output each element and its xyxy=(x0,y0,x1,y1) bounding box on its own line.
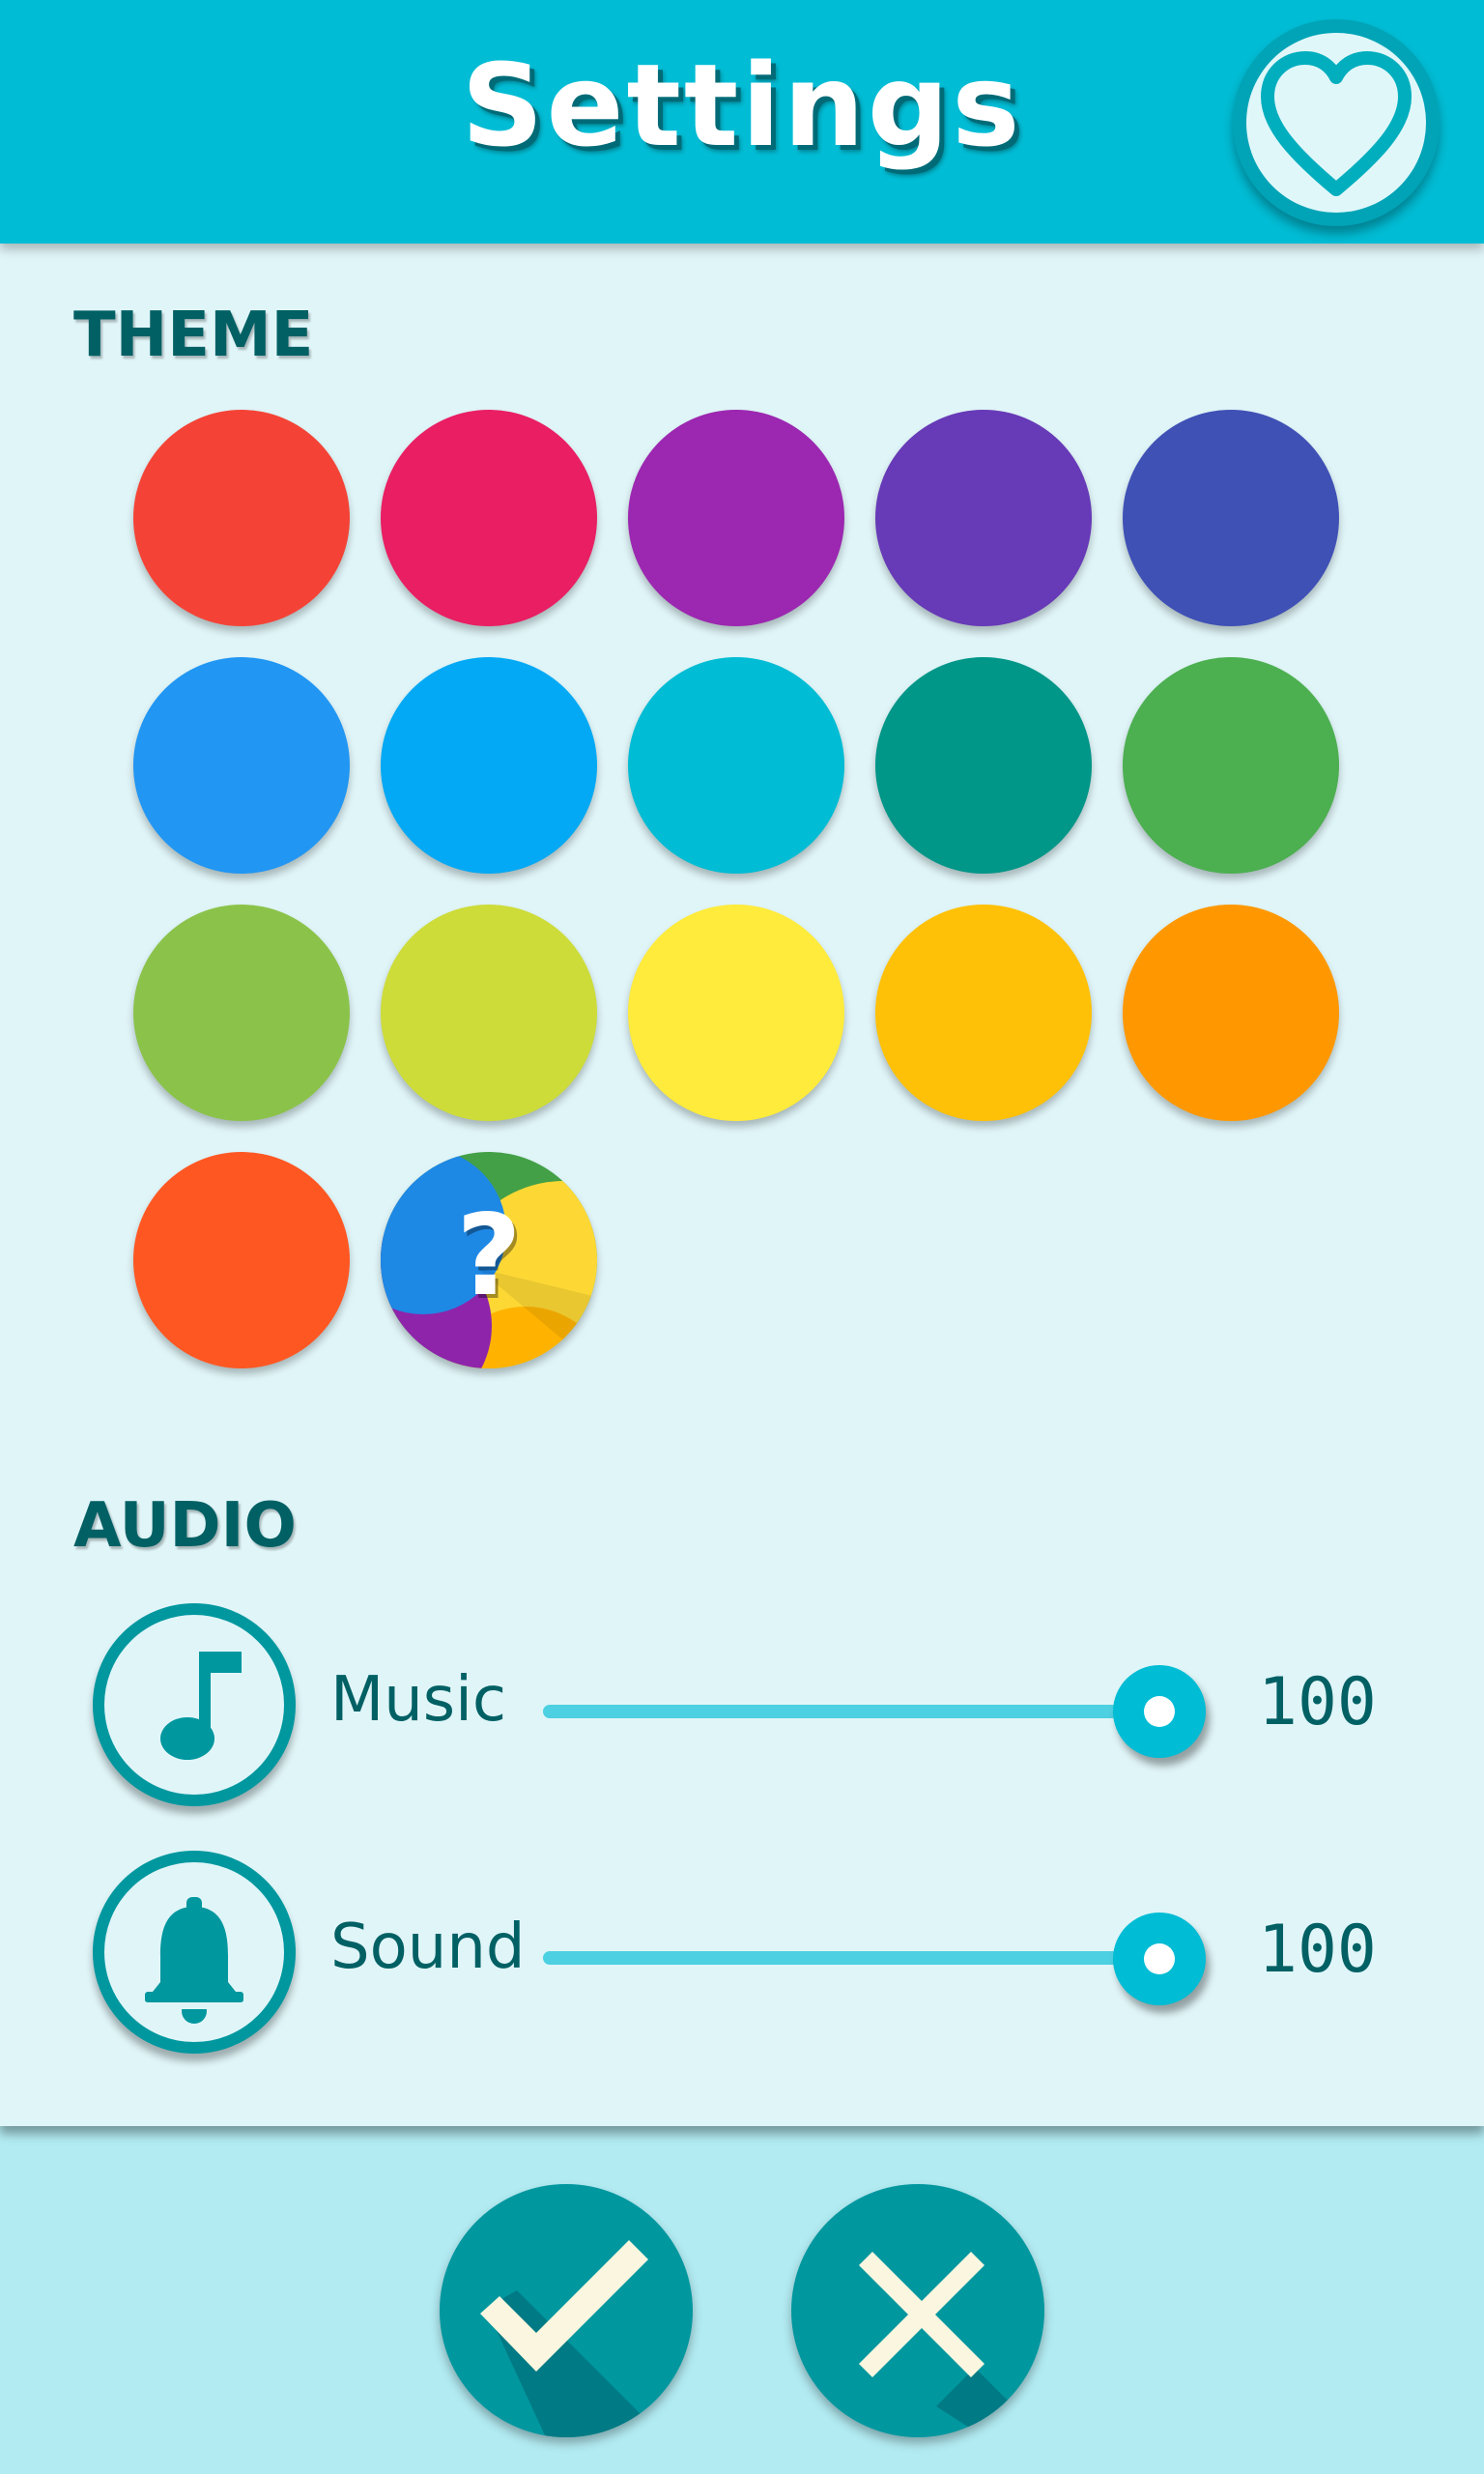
confirm-button[interactable] xyxy=(440,2184,693,2437)
music-label: Music xyxy=(330,1664,507,1736)
theme-swatch-teal[interactable] xyxy=(875,657,1092,874)
checkmark-icon xyxy=(480,2240,652,2437)
theme-swatch-cyan[interactable] xyxy=(628,657,844,874)
sound-label: Sound xyxy=(330,1912,526,1983)
cancel-button[interactable] xyxy=(791,2184,1044,2437)
theme-swatch-random[interactable]: ? xyxy=(381,1152,597,1368)
sound-slider-thumb[interactable] xyxy=(1113,1913,1207,2005)
music-note-icon xyxy=(160,1652,242,1760)
bell-icon xyxy=(145,1897,243,2024)
theme-swatch-deep-orange[interactable] xyxy=(133,1152,350,1368)
theme-swatch-amber[interactable] xyxy=(875,905,1092,1121)
close-icon xyxy=(859,2252,1044,2437)
music-value: 100 xyxy=(1258,1664,1377,1740)
audio-section-label: AUDIO xyxy=(73,1490,297,1562)
theme-swatch-indigo[interactable] xyxy=(1123,410,1339,626)
sound-toggle-button[interactable] xyxy=(93,1851,296,2054)
theme-swatch-blue[interactable] xyxy=(133,657,350,874)
theme-section-label: THEME xyxy=(73,300,314,371)
favorite-button[interactable] xyxy=(1233,19,1440,226)
theme-swatch-light-green[interactable] xyxy=(133,905,350,1121)
theme-swatch-red[interactable] xyxy=(133,410,350,626)
random-theme-question-mark: ? xyxy=(456,1191,522,1321)
settings-panel: THEME ? AUDIO Music 100 Sound 100 xyxy=(0,244,1484,2126)
theme-swatch-yellow[interactable] xyxy=(628,905,844,1121)
sound-slider-track[interactable] xyxy=(543,1951,1165,1965)
theme-swatch-green[interactable] xyxy=(1123,657,1339,874)
theme-swatch-purple[interactable] xyxy=(628,410,844,626)
sound-value: 100 xyxy=(1258,1912,1377,1988)
music-toggle-button[interactable] xyxy=(93,1603,296,1806)
theme-swatch-deep-purple[interactable] xyxy=(875,410,1092,626)
music-slider-thumb[interactable] xyxy=(1113,1665,1207,1758)
heart-outline-icon xyxy=(1261,51,1412,196)
theme-swatch-light-blue[interactable] xyxy=(381,657,597,874)
theme-swatch-orange[interactable] xyxy=(1123,905,1339,1121)
theme-swatch-lime[interactable] xyxy=(381,905,597,1121)
theme-swatch-pink[interactable] xyxy=(381,410,597,626)
header-bar: Settings xyxy=(0,0,1484,244)
music-slider-track[interactable] xyxy=(543,1705,1165,1718)
